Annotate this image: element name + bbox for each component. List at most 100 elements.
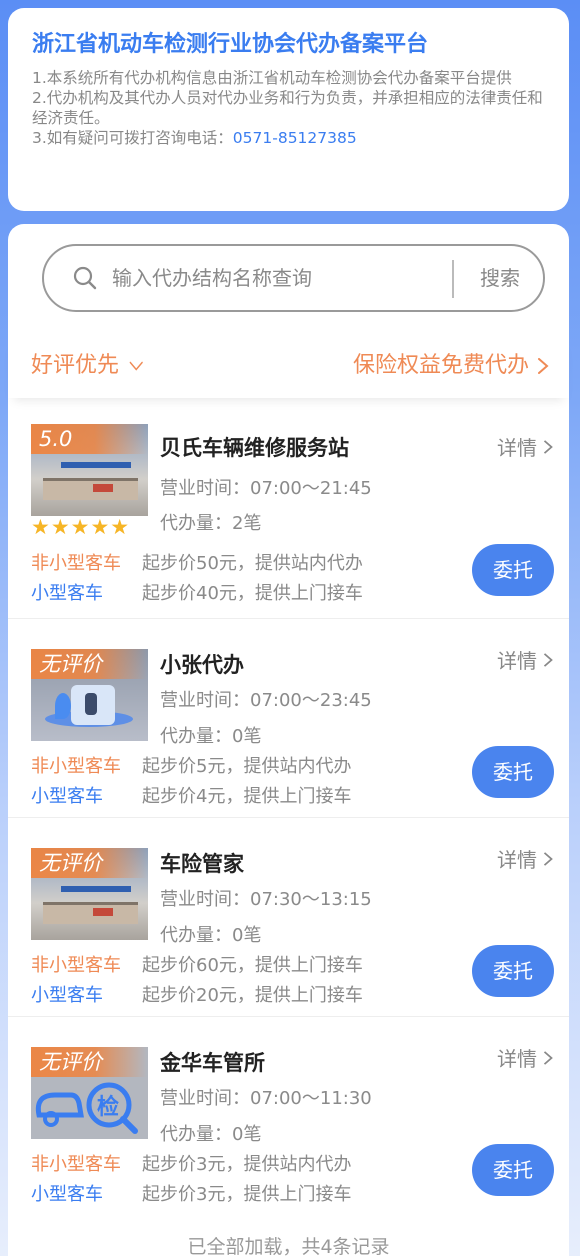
count-value: 0笔 xyxy=(232,726,262,747)
hours-label: 营业时间： xyxy=(160,690,250,711)
handled-count: 代办量：0笔 xyxy=(160,1120,261,1146)
rating-badge: 无评价 xyxy=(31,649,147,679)
agency-name: 贝氏车辆维修服务站 xyxy=(160,436,349,460)
count-label: 代办量： xyxy=(160,1124,232,1145)
vehicle-type-large: 非小型客车 xyxy=(31,756,121,777)
sort-dropdown[interactable]: 好评优先 xyxy=(31,348,147,384)
search-input[interactable] xyxy=(112,260,442,296)
agency-photo: 5.0 xyxy=(31,424,148,516)
count-label: 代办量： xyxy=(160,726,232,747)
photo-banner xyxy=(61,886,131,892)
price-text: 起步价60元，提供上门接车 xyxy=(142,955,363,976)
price-row-small: 小型客车 起步价4元，提供上门接车 xyxy=(31,782,351,808)
count-value: 2笔 xyxy=(232,513,262,534)
price-row-large: 非小型客车 起步价5元，提供站内代办 xyxy=(31,752,351,778)
agency-item: 5.0 ★★★★★ 贝氏车辆维修服务站 详情 营业时间：07:00～21:45 … xyxy=(8,420,569,619)
detail-label: 详情 xyxy=(497,1047,537,1071)
photo-counter xyxy=(43,902,138,924)
notice-card: 浙江省机动车检测行业协会代办备案平台 1.本系统所有代办机构信息由浙江省机动车检… xyxy=(8,8,569,211)
vehicle-type-large: 非小型客车 xyxy=(31,553,121,574)
sort-label: 好评优先 xyxy=(31,353,120,378)
entrust-button[interactable]: 委托 xyxy=(472,945,554,997)
agency-photo: 检 无评价 xyxy=(31,1047,148,1139)
count-value: 0笔 xyxy=(232,925,262,946)
detail-label: 详情 xyxy=(497,436,537,460)
agency-item: 无评价 小张代办 详情 营业时间：07:00～23:45 代办量：0笔 非小型客… xyxy=(8,619,569,818)
agency-item: 检 无评价 金华车管所 详情 营业时间：07:00～11:30 代办量：0笔 非… xyxy=(8,1017,569,1216)
price-text: 起步价20元，提供上门接车 xyxy=(142,985,363,1006)
entrust-button[interactable]: 委托 xyxy=(472,544,554,596)
price-row-large: 非小型客车 起步价50元，提供站内代办 xyxy=(31,549,363,575)
agency-item: 无评价 车险管家 详情 营业时间：07:30～13:15 代办量：0笔 非小型客… xyxy=(8,818,569,1017)
insurance-free-link[interactable]: 保险权益免费代办 xyxy=(353,348,551,384)
price-text: 起步价40元，提供上门接车 xyxy=(142,583,363,604)
price-text: 起步价3元，提供上门接车 xyxy=(142,1184,352,1205)
business-hours: 营业时间：07:00～21:45 xyxy=(160,474,372,500)
notice-line-2: 2.代办机构及其代办人员对代办业务和行为负责，并承担相应的法律责任和经济责任。 xyxy=(32,89,543,127)
notice-line-3-text: 3.如有疑问可拨打咨询电话： xyxy=(32,129,233,147)
photo-banner xyxy=(61,462,131,468)
notice-line-3: 3.如有疑问可拨打咨询电话：0571-85127385 xyxy=(32,128,547,148)
detail-link[interactable]: 详情 xyxy=(497,1043,555,1072)
agency-photo: 无评价 xyxy=(31,848,148,940)
detail-link[interactable]: 详情 xyxy=(497,645,555,674)
count-label: 代办量： xyxy=(160,925,232,946)
vehicle-type-small: 小型客车 xyxy=(31,985,103,1006)
count-label: 代办量： xyxy=(160,513,232,534)
detail-link[interactable]: 详情 xyxy=(497,432,555,461)
chevron-down-icon xyxy=(129,361,143,371)
price-row-large: 非小型客车 起步价60元，提供上门接车 xyxy=(31,951,363,977)
search-bar: 搜索 xyxy=(42,244,545,312)
price-text: 起步价5元，提供站内代办 xyxy=(142,756,352,777)
inspection-logo-icon: 检 xyxy=(35,1082,138,1134)
filter-row: 好评优先 保险权益免费代办 xyxy=(8,336,569,398)
hours-value: 07:00～11:30 xyxy=(250,1088,372,1109)
illustration-person xyxy=(85,693,97,715)
phone-link[interactable]: 0571-85127385 xyxy=(233,129,357,147)
vehicle-type-large: 非小型客车 xyxy=(31,1154,121,1175)
photo-counter xyxy=(43,478,138,500)
hours-value: 07:00～21:45 xyxy=(250,478,372,499)
hours-label: 营业时间： xyxy=(160,478,250,499)
price-row-small: 小型客车 起步价20元，提供上门接车 xyxy=(31,981,363,1007)
price-text: 起步价50元，提供站内代办 xyxy=(142,553,363,574)
entrust-button[interactable]: 委托 xyxy=(472,746,554,798)
search-button[interactable]: 搜索 xyxy=(464,260,536,296)
chevron-right-icon xyxy=(543,1050,553,1065)
price-row-small: 小型客车 起步价3元，提供上门接车 xyxy=(31,1180,351,1206)
detail-label: 详情 xyxy=(497,848,537,872)
hours-value: 07:30～13:15 xyxy=(250,889,372,910)
vehicle-type-small: 小型客车 xyxy=(31,1184,103,1205)
vehicle-type-small: 小型客车 xyxy=(31,786,103,807)
photo-counter-sign xyxy=(93,908,113,916)
price-row-large: 非小型客车 起步价3元，提供站内代办 xyxy=(31,1150,351,1176)
price-text: 起步价3元，提供站内代办 xyxy=(142,1154,352,1175)
hours-value: 07:00～23:45 xyxy=(250,690,372,711)
chevron-right-icon xyxy=(543,851,553,866)
agency-list-card: 搜索 好评优先 保险权益免费代办 5.0 ★★★★★ 贝氏车辆维修服务站 xyxy=(8,224,569,1256)
rating-stars-icon: ★★★★★ xyxy=(31,515,131,539)
entrust-button[interactable]: 委托 xyxy=(472,1144,554,1196)
price-text: 起步价4元，提供上门接车 xyxy=(142,786,352,807)
price-row-small: 小型客车 起步价40元，提供上门接车 xyxy=(31,579,363,605)
detail-link[interactable]: 详情 xyxy=(497,844,555,873)
photo-counter-sign xyxy=(93,484,113,492)
platform-title: 浙江省机动车检测行业协会代办备案平台 xyxy=(32,32,429,57)
search-divider xyxy=(452,260,454,298)
chevron-right-icon xyxy=(543,652,553,667)
vehicle-type-large: 非小型客车 xyxy=(31,955,121,976)
notice-line-1: 1.本系统所有代办机构信息由浙江省机动车检测协会代办备案平台提供 xyxy=(32,69,512,87)
rating-badge: 无评价 xyxy=(31,848,147,878)
agency-photo: 无评价 xyxy=(31,649,148,741)
agency-name: 小张代办 xyxy=(160,653,244,677)
agency-list: 5.0 ★★★★★ 贝氏车辆维修服务站 详情 营业时间：07:00～21:45 … xyxy=(8,420,569,1216)
handled-count: 代办量：2笔 xyxy=(160,509,261,535)
illustration-leaf xyxy=(55,693,71,719)
business-hours: 营业时间：07:30～13:15 xyxy=(160,885,372,911)
handled-count: 代办量：0笔 xyxy=(160,722,261,748)
vehicle-type-small: 小型客车 xyxy=(31,583,103,604)
hours-label: 营业时间： xyxy=(160,889,250,910)
list-end-text: 已全部加载，共4条记录 xyxy=(187,1236,390,1256)
agency-name: 车险管家 xyxy=(160,852,244,876)
agency-name: 金华车管所 xyxy=(160,1051,265,1075)
